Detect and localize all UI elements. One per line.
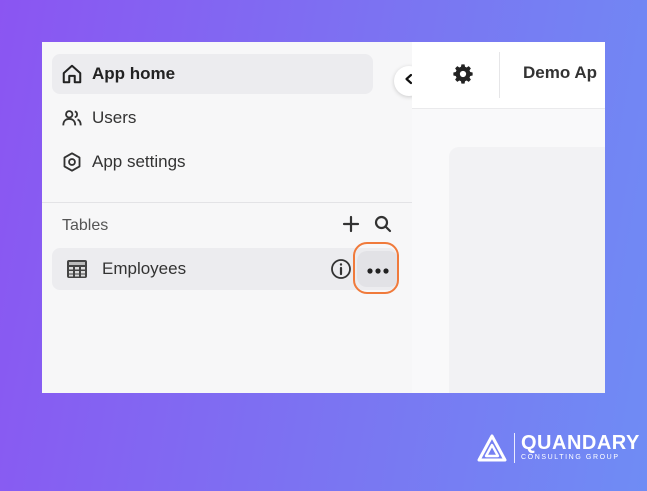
users-icon: [60, 106, 84, 130]
top-bar: Demo Ap: [412, 42, 605, 109]
settings-icon: [60, 150, 84, 174]
sidebar-item-label: App home: [92, 64, 176, 83]
search-icon[interactable]: [374, 215, 392, 238]
sidebar-item-label: Users: [92, 108, 137, 127]
sidebar-item-users[interactable]: Users: [52, 98, 373, 138]
home-icon: [60, 62, 84, 86]
gear-icon[interactable]: [452, 63, 474, 90]
sidebar-divider: [42, 202, 412, 203]
content-card: [449, 147, 605, 393]
plus-icon[interactable]: [342, 215, 360, 238]
main-content: [412, 109, 605, 393]
tables-heading: Tables: [62, 217, 109, 234]
highlight-ring: [353, 242, 399, 294]
info-icon[interactable]: [330, 258, 352, 285]
brand-logo: QUANDARY CONSULTING GROUP: [476, 432, 640, 464]
app-screenshot: App home Users App settings Tables Emplo…: [42, 42, 605, 393]
quandary-logo-icon: [476, 432, 508, 464]
brand-divider: [514, 433, 515, 463]
sidebar: App home Users App settings Tables Emplo…: [42, 42, 413, 393]
table-row[interactable]: Employees: [52, 248, 399, 290]
sidebar-item-label: App settings: [92, 152, 186, 171]
table-icon: [64, 256, 90, 282]
app-title: Demo Ap: [523, 63, 597, 82]
table-name: Employees: [102, 259, 187, 278]
brand-name: QUANDARY: [521, 432, 640, 454]
tables-section-header: Tables: [62, 212, 392, 240]
brand-tagline: CONSULTING GROUP: [521, 454, 620, 461]
topbar-divider: [499, 52, 500, 98]
sidebar-item-app-settings[interactable]: App settings: [52, 142, 373, 182]
sidebar-item-app-home[interactable]: App home: [52, 54, 373, 94]
